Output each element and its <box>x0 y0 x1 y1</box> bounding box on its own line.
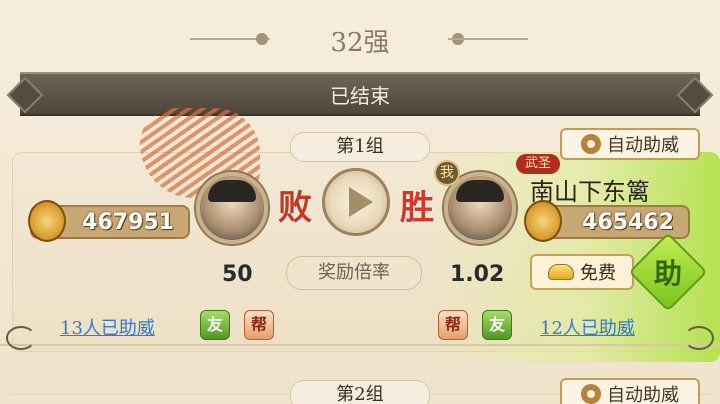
auto-cheer-label: 自动助威 <box>607 135 679 156</box>
friend-tag: 友 <box>200 310 230 340</box>
left-result: 败 <box>278 188 312 228</box>
play-replay-button[interactable] <box>322 168 390 236</box>
cheer-button-label: 助 <box>653 257 682 290</box>
me-badge: 我 <box>434 160 460 186</box>
right-score-value: 465462 <box>582 209 674 235</box>
guild-tag: 帮 <box>438 310 468 340</box>
sword-icon <box>524 200 562 242</box>
right-result: 胜 <box>400 188 434 228</box>
sword-icon <box>28 200 66 242</box>
group-label-2: 第2组 <box>290 380 430 404</box>
auto-cheer-button-2[interactable]: 自动助威 <box>560 378 700 404</box>
title-badge: 武圣 <box>516 154 560 174</box>
round-title: 32强 <box>330 28 390 58</box>
left-multiplier: 50 <box>222 262 253 287</box>
group-label-1: 第1组 <box>290 132 430 162</box>
auto-cheer-button[interactable]: 自动助威 <box>560 128 700 160</box>
swirl-ornament-left <box>6 326 36 350</box>
swirl-ornament-right <box>684 326 714 350</box>
ingot-icon <box>548 264 574 280</box>
gear-icon <box>581 384 601 404</box>
left-player-avatar[interactable] <box>196 172 268 244</box>
free-cheer-button[interactable]: 免费 <box>530 254 634 290</box>
left-score-value: 467951 <box>82 209 174 235</box>
gear-icon <box>581 134 601 154</box>
auto-cheer-label-2: 自动助威 <box>607 385 679 404</box>
avatar-hair <box>456 180 504 202</box>
right-multiplier: 1.02 <box>450 262 505 287</box>
guild-tag: 帮 <box>244 310 274 340</box>
friend-tag: 友 <box>482 310 512 340</box>
reward-rate-label: 奖励倍率 <box>286 256 422 290</box>
avatar-hair <box>208 180 256 202</box>
card-divider <box>0 344 720 346</box>
free-label: 免费 <box>580 263 616 284</box>
status-text: 已结束 <box>330 83 390 108</box>
ornament-right <box>448 38 528 40</box>
right-cheer-count-link[interactable]: 12人已助威 <box>540 314 635 340</box>
status-bar: 已结束 <box>20 72 700 116</box>
left-cheer-count-link[interactable]: 13人已助威 <box>60 314 155 340</box>
